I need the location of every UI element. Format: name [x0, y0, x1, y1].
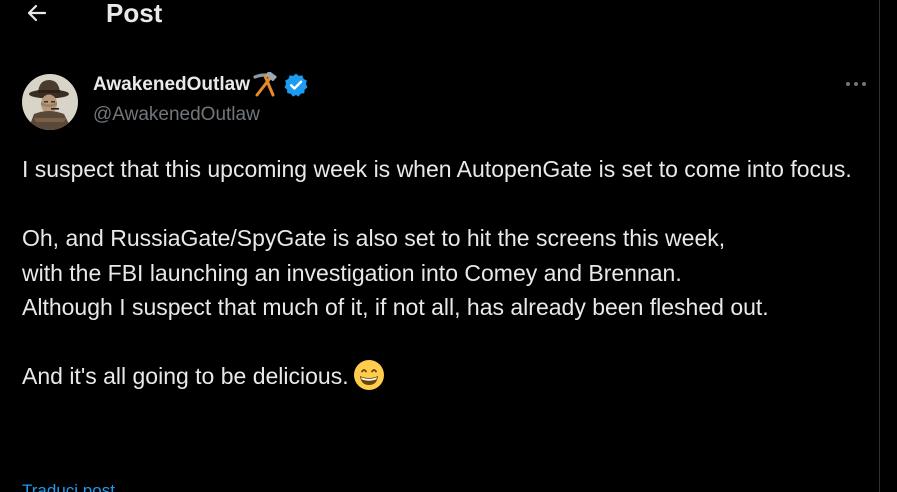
hammer-and-pick-icon — [253, 72, 277, 97]
post-header: Post — [0, 0, 879, 30]
grinning-face-icon — [353, 360, 384, 390]
arrow-left-icon — [27, 4, 47, 22]
ellipsis-icon — [846, 82, 866, 86]
post-paragraph-3-text: And it's all going to be delicious. — [22, 363, 349, 389]
back-button[interactable] — [20, 0, 54, 28]
author-name-row: AwakenedOutlaw — [93, 71, 309, 99]
translate-post-link[interactable]: Traduci post — [22, 480, 115, 492]
post-paragraph-2-line-2: with the FBI launching an investigation … — [22, 259, 682, 286]
post-author: AwakenedOutlaw @AwakenedOutlaw — [93, 71, 309, 129]
verified-badge-icon[interactable] — [283, 72, 309, 98]
post-page: Post AwakenedOutlaw @AwakenedOutlaw I su… — [0, 0, 880, 492]
post-paragraph-1: I suspect that this upcoming week is whe… — [22, 156, 852, 182]
post-paragraph-2-line-3: Although I suspect that much of it, if n… — [22, 294, 769, 320]
author-handle[interactable]: @AwakenedOutlaw — [93, 101, 309, 129]
avatar[interactable] — [22, 74, 78, 130]
post-paragraph-2-line-1: Oh, and RussiaGate/SpyGate is also set t… — [22, 225, 726, 251]
post-paragraph-3: And it's all going to be delicious. — [22, 359, 862, 394]
post-text: I suspect that this upcoming week is whe… — [22, 152, 862, 394]
more-options-button[interactable] — [838, 70, 874, 98]
page-title: Post — [106, 0, 163, 28]
author-display-name[interactable]: AwakenedOutlaw — [93, 71, 250, 99]
cowboy-portrait-image — [22, 74, 78, 130]
